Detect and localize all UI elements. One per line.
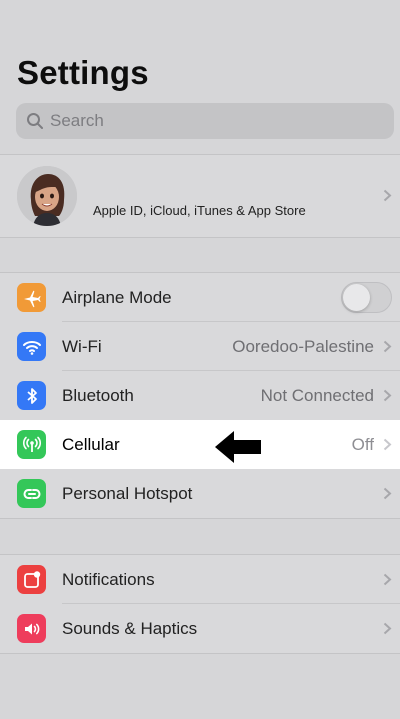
apple-id-row[interactable]: Apple ID, iCloud, iTunes & App Store bbox=[0, 154, 400, 238]
search-icon bbox=[27, 113, 43, 129]
airplane-mode-toggle[interactable] bbox=[341, 282, 392, 313]
cellular-status-value: Off bbox=[351, 434, 374, 454]
personal-hotspot-row[interactable]: Personal Hotspot bbox=[0, 469, 400, 518]
empty-area bbox=[0, 662, 400, 719]
bluetooth-row[interactable]: Bluetooth Not Connected bbox=[0, 371, 400, 420]
chevron-right-icon bbox=[383, 573, 392, 586]
bluetooth-status-value: Not Connected bbox=[260, 385, 374, 405]
chevron-right-icon bbox=[383, 340, 392, 353]
chevron-right-icon bbox=[383, 389, 392, 402]
notifications-group: Notifications Sounds & Haptics bbox=[0, 554, 400, 654]
bluetooth-label: Bluetooth bbox=[62, 385, 134, 405]
cellular-antenna-icon bbox=[17, 430, 46, 459]
airplane-icon bbox=[17, 283, 46, 312]
wifi-network-value: Ooredoo-Palestine bbox=[232, 336, 374, 356]
sounds-haptics-label: Sounds & Haptics bbox=[62, 618, 198, 638]
chevron-right-icon bbox=[383, 189, 392, 202]
page-title: Settings bbox=[17, 54, 149, 91]
arrow-left-icon bbox=[215, 431, 261, 463]
chevron-right-icon bbox=[383, 487, 392, 500]
personal-hotspot-label: Personal Hotspot bbox=[62, 483, 193, 503]
notifications-row[interactable]: Notifications bbox=[0, 555, 400, 604]
cellular-label: Cellular bbox=[62, 434, 120, 454]
toggle-knob bbox=[343, 284, 370, 311]
connectivity-group: Airplane Mode Wi-Fi Ooredoo-Palestine Bl… bbox=[0, 272, 400, 519]
sounds-haptics-row[interactable]: Sounds & Haptics bbox=[0, 604, 400, 653]
avatar bbox=[17, 166, 77, 226]
speaker-icon bbox=[17, 614, 46, 643]
apple-id-subtitle: Apple ID, iCloud, iTunes & App Store bbox=[93, 203, 306, 218]
wifi-label: Wi-Fi bbox=[62, 336, 102, 356]
search-input[interactable]: Search bbox=[50, 111, 104, 131]
chevron-right-icon bbox=[383, 622, 392, 635]
wifi-row[interactable]: Wi-Fi Ooredoo-Palestine bbox=[0, 322, 400, 371]
notifications-icon bbox=[17, 565, 46, 594]
bluetooth-icon bbox=[17, 381, 46, 410]
airplane-mode-row: Airplane Mode bbox=[0, 273, 400, 322]
airplane-mode-label: Airplane Mode bbox=[62, 287, 172, 307]
chevron-right-icon bbox=[383, 438, 392, 451]
notifications-label: Notifications bbox=[62, 569, 155, 589]
hotspot-link-icon bbox=[17, 479, 46, 508]
wifi-icon bbox=[17, 332, 46, 361]
search-bar[interactable]: Search bbox=[16, 103, 394, 139]
cellular-row[interactable]: Cellular Off bbox=[0, 420, 400, 469]
